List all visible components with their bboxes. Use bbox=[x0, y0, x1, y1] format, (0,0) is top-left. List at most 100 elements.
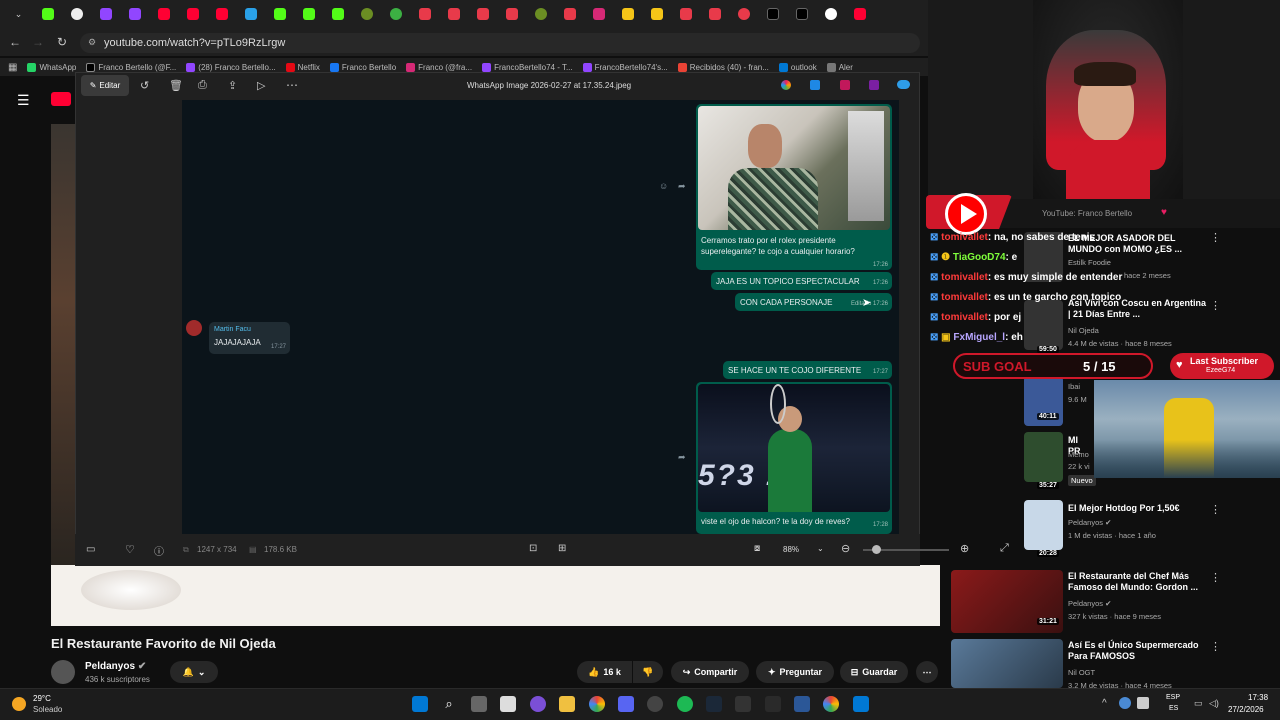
tab-youtube-4[interactable] bbox=[845, 4, 874, 24]
save-button[interactable]: ⊟ Guardar bbox=[840, 661, 908, 683]
tab-game[interactable] bbox=[526, 4, 555, 24]
chrome-icon[interactable] bbox=[823, 696, 839, 712]
rec-menu-icon[interactable]: ⋮ bbox=[1210, 571, 1221, 584]
apps-icon[interactable]: ▦ bbox=[8, 62, 17, 73]
tab-x-1[interactable] bbox=[758, 4, 787, 24]
weather-temp[interactable]: 29°C bbox=[33, 694, 51, 703]
rec-channel[interactable]: Peldanyos ✔ bbox=[1068, 599, 1111, 608]
tab-slash-6[interactable] bbox=[700, 4, 729, 24]
app-icon[interactable] bbox=[794, 696, 810, 712]
rec-channel[interactable]: Ibai bbox=[1068, 382, 1080, 391]
rec-title[interactable]: El Restaurante del Chef Más Famoso del M… bbox=[1068, 571, 1208, 593]
rec-title[interactable]: Así Es el Único Supermercado Para FAMOSO… bbox=[1068, 640, 1208, 662]
app-icon[interactable] bbox=[735, 696, 751, 712]
info-icon[interactable]: ⓘ bbox=[154, 543, 164, 558]
sun-icon[interactable] bbox=[12, 697, 26, 711]
tab-xbox-2[interactable] bbox=[381, 4, 410, 24]
dislike-button[interactable]: 👎 bbox=[633, 661, 663, 683]
designer-icon[interactable] bbox=[810, 80, 820, 90]
tab-edge[interactable] bbox=[236, 4, 265, 24]
store-icon[interactable] bbox=[500, 696, 516, 712]
tab-ball[interactable] bbox=[729, 4, 758, 24]
fit-icon[interactable]: ⧇ bbox=[754, 543, 760, 554]
rec-thumbnail[interactable] bbox=[1024, 500, 1063, 550]
tab-twitch-1[interactable] bbox=[91, 4, 120, 24]
onedrive-icon[interactable] bbox=[897, 80, 910, 89]
rec-channel[interactable]: Nil OGT bbox=[1068, 668, 1095, 677]
tab-twitch-2[interactable] bbox=[120, 4, 149, 24]
channel-name[interactable]: Peldanyos ✔ bbox=[85, 661, 146, 672]
network-icon[interactable]: ▭ bbox=[1194, 698, 1203, 709]
video-player-visible-area[interactable] bbox=[51, 565, 940, 626]
more-icon[interactable]: ⋯ bbox=[286, 78, 298, 92]
tab-slash-4[interactable] bbox=[497, 4, 526, 24]
bookmark-item[interactable]: FrancoBertello74 - T... bbox=[482, 62, 573, 72]
share-icon[interactable]: ⇪ bbox=[228, 79, 237, 92]
copilot-icon[interactable] bbox=[781, 80, 791, 90]
tab-slash-3[interactable] bbox=[468, 4, 497, 24]
fullscreen-icon[interactable]: ⤢ bbox=[1000, 542, 1009, 555]
rec-menu-icon[interactable]: ⋮ bbox=[1210, 640, 1221, 653]
like-button[interactable]: 👍 16 k bbox=[577, 661, 632, 683]
tab-kick-3[interactable] bbox=[294, 4, 323, 24]
bookmark-item[interactable]: Franco Bertello bbox=[329, 62, 396, 72]
tab-youtube-2[interactable] bbox=[178, 4, 207, 24]
chevron-up-icon[interactable]: ^ bbox=[1102, 698, 1107, 709]
clipchamp-icon[interactable] bbox=[840, 80, 850, 90]
bookmark-item[interactable]: Franco (@fra... bbox=[406, 62, 472, 72]
rec-thumbnail[interactable] bbox=[1024, 432, 1063, 482]
folder-icon[interactable] bbox=[559, 696, 575, 712]
zoom-in-icon[interactable]: ⊕ bbox=[960, 542, 969, 555]
steam-icon[interactable] bbox=[706, 696, 722, 712]
youtube-logo[interactable] bbox=[51, 92, 71, 106]
favorite-icon[interactable]: ♡ bbox=[125, 543, 135, 556]
app-icon[interactable] bbox=[765, 696, 781, 712]
bookmark-item[interactable]: outlook bbox=[778, 62, 817, 72]
bookmark-item[interactable]: FrancoBertello74's... bbox=[582, 62, 668, 72]
tab-youtube-3[interactable] bbox=[207, 4, 236, 24]
share-button[interactable]: ↪ Compartir bbox=[671, 661, 749, 683]
tab-kick-2[interactable] bbox=[265, 4, 294, 24]
tray-icon[interactable] bbox=[1119, 697, 1131, 709]
site-info-icon[interactable]: ⚙ bbox=[88, 37, 96, 48]
rec-channel[interactable]: Peldanyos ✔ bbox=[1068, 518, 1111, 527]
delete-icon[interactable]: 🗑 bbox=[169, 79, 183, 92]
bookmark-item[interactable]: Netflix bbox=[285, 62, 320, 72]
rec-menu-icon[interactable]: ⋮ bbox=[1210, 503, 1221, 516]
reload-icon[interactable]: ↻ bbox=[57, 35, 67, 49]
language-code[interactable]: ESP bbox=[1166, 694, 1180, 701]
clock-time[interactable]: 17:38 bbox=[1248, 693, 1268, 702]
back-icon[interactable]: ← bbox=[9, 35, 21, 49]
url-field[interactable]: youtube.com/watch?v=pTLo9RzLrgw bbox=[80, 33, 920, 53]
zoom-slider-thumb[interactable] bbox=[872, 545, 881, 554]
zoom-out-icon[interactable]: ⊖ bbox=[841, 542, 850, 555]
spotify-icon[interactable] bbox=[677, 696, 693, 712]
search-icon[interactable]: ⌕ bbox=[441, 696, 457, 712]
tab-kick[interactable] bbox=[33, 4, 62, 24]
notifications-button[interactable]: 🔔 ⌄ bbox=[170, 661, 218, 683]
crop-icon[interactable]: ⊡ bbox=[529, 543, 537, 554]
rotate-icon[interactable]: ↺ bbox=[140, 79, 149, 92]
app-icon[interactable] bbox=[869, 80, 879, 90]
discord-icon[interactable] bbox=[618, 696, 634, 712]
volume-icon[interactable]: ◁) bbox=[1209, 698, 1219, 709]
bookmark-item[interactable]: Aler bbox=[826, 62, 853, 72]
edit-button[interactable]: ✎ Editar bbox=[81, 75, 129, 96]
windows-start-icon[interactable] bbox=[412, 696, 428, 712]
tab-slash-1[interactable] bbox=[410, 4, 439, 24]
tray-icon[interactable] bbox=[1137, 697, 1149, 709]
chrome-icon[interactable] bbox=[589, 696, 605, 712]
filmstrip-icon[interactable]: ▭ bbox=[86, 544, 95, 555]
tab-instagram[interactable] bbox=[584, 4, 613, 24]
tab-youtube-1[interactable] bbox=[149, 4, 178, 24]
tab-yellow-2[interactable] bbox=[642, 4, 671, 24]
tab-google[interactable] bbox=[816, 4, 845, 24]
tab-hash[interactable] bbox=[555, 4, 584, 24]
more-actions-button[interactable]: ⋯ bbox=[916, 661, 938, 683]
bookmark-item[interactable]: (28) Franco Bertello... bbox=[186, 62, 276, 72]
tab-x-2[interactable] bbox=[787, 4, 816, 24]
scan-text-icon[interactable]: ⊞ bbox=[558, 543, 566, 554]
tab-kick-4[interactable] bbox=[323, 4, 352, 24]
bookmark-item[interactable]: WhatsApp bbox=[27, 62, 76, 72]
rec-channel[interactable]: Memo bbox=[1068, 450, 1092, 459]
